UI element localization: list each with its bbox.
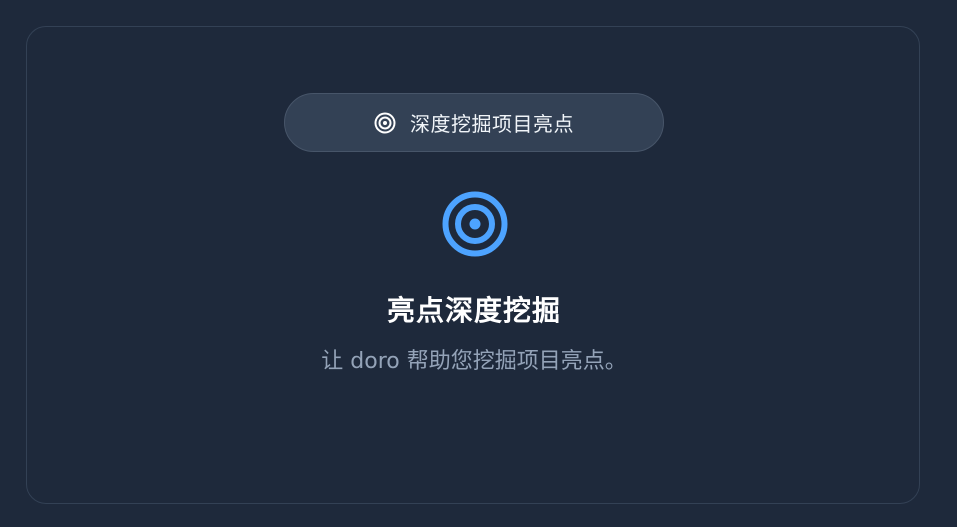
page-title: 亮点深度挖掘 [386, 294, 561, 327]
deep-dive-highlights-button[interactable]: 深度挖掘项目亮点 [284, 93, 664, 152]
target-icon [374, 112, 396, 134]
page-subtitle: 让 doro 帮助您挖掘项目亮点。 [321, 349, 627, 374]
deep-dive-highlights-label: 深度挖掘项目亮点 [410, 112, 574, 136]
target-icon [441, 190, 509, 258]
feature-card: 深度挖掘项目亮点 亮点深度挖掘 让 doro 帮助您挖掘项目亮点。 [26, 26, 920, 504]
